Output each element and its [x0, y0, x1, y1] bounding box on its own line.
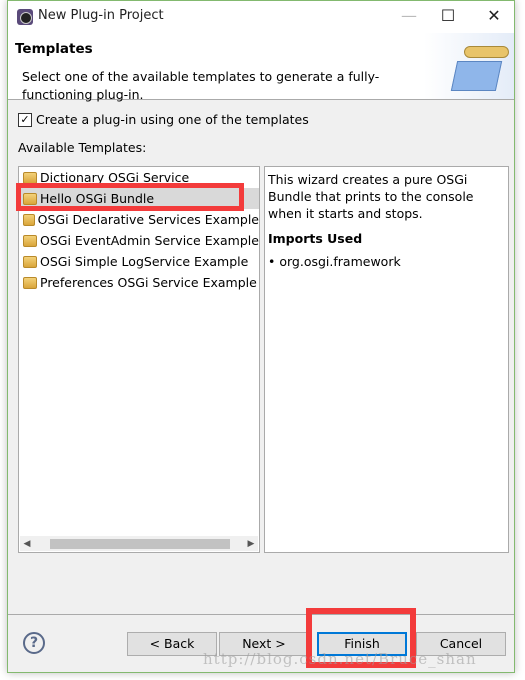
description-text: This wizard creates a pure OSGi Bundle t…: [268, 172, 474, 221]
template-label: OSGi EventAdmin Service Example: [40, 233, 259, 248]
help-button[interactable]: ?: [23, 632, 45, 654]
new-plugin-project-dialog: New Plug-in Project — ☐ ✕ Templates Sele…: [7, 0, 515, 673]
maximize-button[interactable]: ☐: [433, 6, 463, 25]
template-label: OSGi Simple LogService Example: [40, 254, 249, 269]
template-description: This wizard creates a pure OSGi Bundle t…: [264, 166, 509, 553]
scrollbar-thumb[interactable]: [50, 538, 230, 549]
divider: [8, 614, 514, 615]
window-title: New Plug-in Project: [38, 8, 164, 23]
close-button[interactable]: ✕: [479, 6, 509, 25]
plugin-icon: [23, 255, 37, 268]
selection-highlight-annotation: [16, 183, 244, 211]
checkbox-label: Create a plug-in using one of the templa…: [36, 112, 309, 127]
template-item[interactable]: OSGi EventAdmin Service Example: [19, 230, 259, 251]
template-label: OSGi Declarative Services Example: [37, 212, 259, 227]
eclipse-icon: [17, 9, 33, 25]
import-name: org.osgi.framework: [279, 254, 401, 269]
page-description: Select one of the available templates to…: [22, 69, 380, 102]
scroll-right-icon[interactable]: ▶: [244, 539, 258, 549]
create-from-template-checkbox[interactable]: ✓ Create a plug-in using one of the temp…: [18, 112, 309, 127]
plugin-icon: [23, 276, 37, 289]
title-bar: New Plug-in Project — ☐ ✕: [8, 1, 514, 33]
template-item[interactable]: OSGi Simple LogService Example: [19, 251, 259, 272]
plugin-folder-icon: [424, 33, 514, 99]
minimize-button[interactable]: —: [394, 6, 424, 25]
horizontal-scrollbar[interactable]: ◀ ▶: [20, 536, 258, 551]
watermark: http://blog.csdn.net/Bruce_shan: [203, 650, 477, 668]
scroll-left-icon[interactable]: ◀: [20, 539, 34, 549]
plugin-icon: [23, 234, 37, 247]
page-title: Templates: [15, 41, 93, 57]
template-item[interactable]: OSGi Declarative Services Example: [19, 209, 259, 230]
templates-list[interactable]: Dictionary OSGi Service Hello OSGi Bundle…: [18, 166, 260, 553]
template-item[interactable]: Preferences OSGi Service Example: [19, 272, 259, 293]
available-templates-label: Available Templates:: [18, 140, 147, 155]
imports-title: Imports Used: [268, 231, 363, 246]
import-item: • org.osgi.framework: [268, 254, 401, 269]
plugin-icon: [23, 171, 37, 184]
wizard-header: Templates Select one of the available te…: [8, 33, 514, 102]
template-label: Preferences OSGi Service Example: [40, 275, 257, 290]
checkbox-check-icon[interactable]: ✓: [18, 112, 32, 127]
plugin-icon: [23, 213, 35, 226]
